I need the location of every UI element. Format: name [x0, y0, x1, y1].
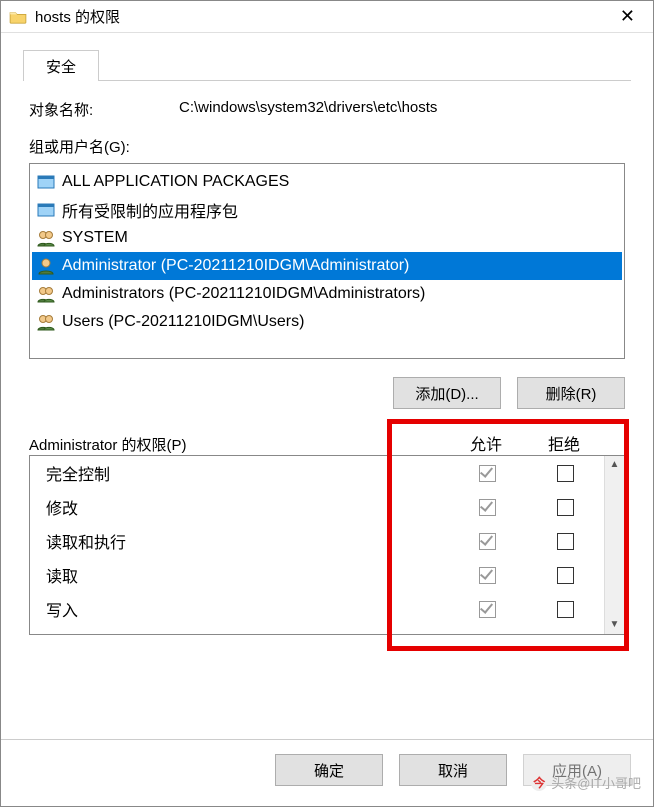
- allow-cell: [448, 498, 526, 516]
- permission-name: 读取: [30, 563, 448, 587]
- deny-header: 拒绝: [525, 431, 603, 455]
- deny-checkbox[interactable]: [557, 465, 574, 482]
- tab-security[interactable]: 安全: [23, 50, 99, 81]
- allow-cell: [448, 464, 526, 482]
- permissions-title: Administrator 的权限(P): [29, 434, 447, 455]
- allow-header: 允许: [447, 431, 525, 455]
- deny-cell: [526, 464, 604, 482]
- permission-row: 修改: [30, 490, 604, 524]
- permissions-listbox: 完全控制修改读取和执行读取写入特殊权限 ▲ ▼: [29, 455, 625, 635]
- title-bar: hosts 的权限 ✕: [1, 1, 653, 33]
- remove-button[interactable]: 删除(R): [517, 377, 625, 409]
- add-button[interactable]: 添加(D)...: [393, 377, 501, 409]
- allow-checkbox: [479, 465, 496, 482]
- deny-checkbox[interactable]: [557, 499, 574, 516]
- allow-cell: [448, 600, 526, 618]
- permission-row: 写入: [30, 592, 604, 626]
- deny-checkbox[interactable]: [557, 567, 574, 584]
- ok-button[interactable]: 确定: [275, 754, 383, 786]
- object-name-value: C:\windows\system32\drivers\etc\hosts: [179, 99, 437, 120]
- permission-row: 读取和执行: [30, 524, 604, 558]
- object-name-label: 对象名称:: [29, 99, 179, 120]
- group-item-label: Users (PC-20211210IDGM\Users): [62, 313, 304, 331]
- group-item-label: 所有受限制的应用程序包: [62, 198, 238, 222]
- group-item[interactable]: Administrators (PC-20211210IDGM\Administ…: [32, 280, 622, 308]
- deny-checkbox[interactable]: [557, 533, 574, 550]
- permissions-dialog: hosts 的权限 ✕ 安全 对象名称: C:\windows\system32…: [0, 0, 654, 807]
- dialog-content: 安全 对象名称: C:\windows\system32\drivers\etc…: [1, 33, 653, 739]
- dialog-footer: 确定 取消 应用(A) 今 头条@IT小哥吧: [1, 739, 653, 806]
- group-item-label: SYSTEM: [62, 229, 128, 247]
- scroll-up-icon[interactable]: ▲: [605, 456, 624, 474]
- tab-page-security: 对象名称: C:\windows\system32\drivers\etc\ho…: [23, 81, 631, 739]
- groups-label: 组或用户名(G):: [29, 136, 625, 157]
- permission-row: 完全控制: [30, 456, 604, 490]
- permission-row: 特殊权限: [30, 626, 604, 634]
- group-icon: [36, 285, 56, 303]
- package-icon: [36, 201, 56, 219]
- allow-checkbox: [479, 567, 496, 584]
- allow-checkbox: [479, 533, 496, 550]
- group-item-label: Administrator (PC-20211210IDGM\Administr…: [62, 257, 409, 275]
- permission-row: 读取: [30, 558, 604, 592]
- allow-checkbox: [479, 601, 496, 618]
- deny-cell: [526, 498, 604, 516]
- group-item[interactable]: 所有受限制的应用程序包: [32, 196, 622, 224]
- group-item[interactable]: Administrator (PC-20211210IDGM\Administr…: [32, 252, 622, 280]
- permission-name: 读取和执行: [30, 529, 448, 553]
- group-item[interactable]: Users (PC-20211210IDGM\Users): [32, 308, 622, 336]
- folder-icon: [9, 10, 27, 24]
- permissions-scrollbar[interactable]: ▲ ▼: [604, 456, 624, 634]
- group-icon: [36, 229, 56, 247]
- permission-name: 完全控制: [30, 461, 448, 485]
- close-button[interactable]: ✕: [610, 2, 645, 31]
- group-item[interactable]: ALL APPLICATION PACKAGES: [32, 168, 622, 196]
- permission-name: 修改: [30, 495, 448, 519]
- permission-name: 特殊权限: [30, 631, 448, 634]
- deny-cell: [526, 600, 604, 618]
- user-icon: [36, 257, 56, 275]
- object-name-row: 对象名称: C:\windows\system32\drivers\etc\ho…: [29, 99, 625, 120]
- permissions-header: Administrator 的权限(P) 允许 拒绝: [29, 425, 625, 455]
- permissions-section: Administrator 的权限(P) 允许 拒绝 完全控制修改读取和执行读取…: [29, 425, 625, 635]
- cancel-button[interactable]: 取消: [399, 754, 507, 786]
- group-button-row: 添加(D)... 删除(R): [29, 377, 625, 409]
- group-item-label: Administrators (PC-20211210IDGM\Administ…: [62, 285, 425, 303]
- window-title: hosts 的权限: [35, 6, 610, 27]
- watermark: 今 头条@IT小哥吧: [531, 773, 641, 792]
- allow-cell: [448, 566, 526, 584]
- tabs-strip: 安全: [23, 49, 631, 81]
- watermark-icon: 今: [531, 775, 547, 791]
- group-icon: [36, 313, 56, 331]
- allow-cell: [448, 532, 526, 550]
- group-item-label: ALL APPLICATION PACKAGES: [62, 173, 289, 191]
- deny-checkbox[interactable]: [557, 601, 574, 618]
- scroll-down-icon[interactable]: ▼: [605, 616, 624, 634]
- permissions-list: 完全控制修改读取和执行读取写入特殊权限: [30, 456, 604, 634]
- group-item[interactable]: SYSTEM: [32, 224, 622, 252]
- package-icon: [36, 173, 56, 191]
- deny-cell: [526, 532, 604, 550]
- allow-checkbox: [479, 499, 496, 516]
- watermark-text: 头条@IT小哥吧: [551, 773, 641, 792]
- deny-cell: [526, 566, 604, 584]
- permission-name: 写入: [30, 597, 448, 621]
- groups-listbox[interactable]: ALL APPLICATION PACKAGES 所有受限制的应用程序包 SYSTE…: [29, 163, 625, 359]
